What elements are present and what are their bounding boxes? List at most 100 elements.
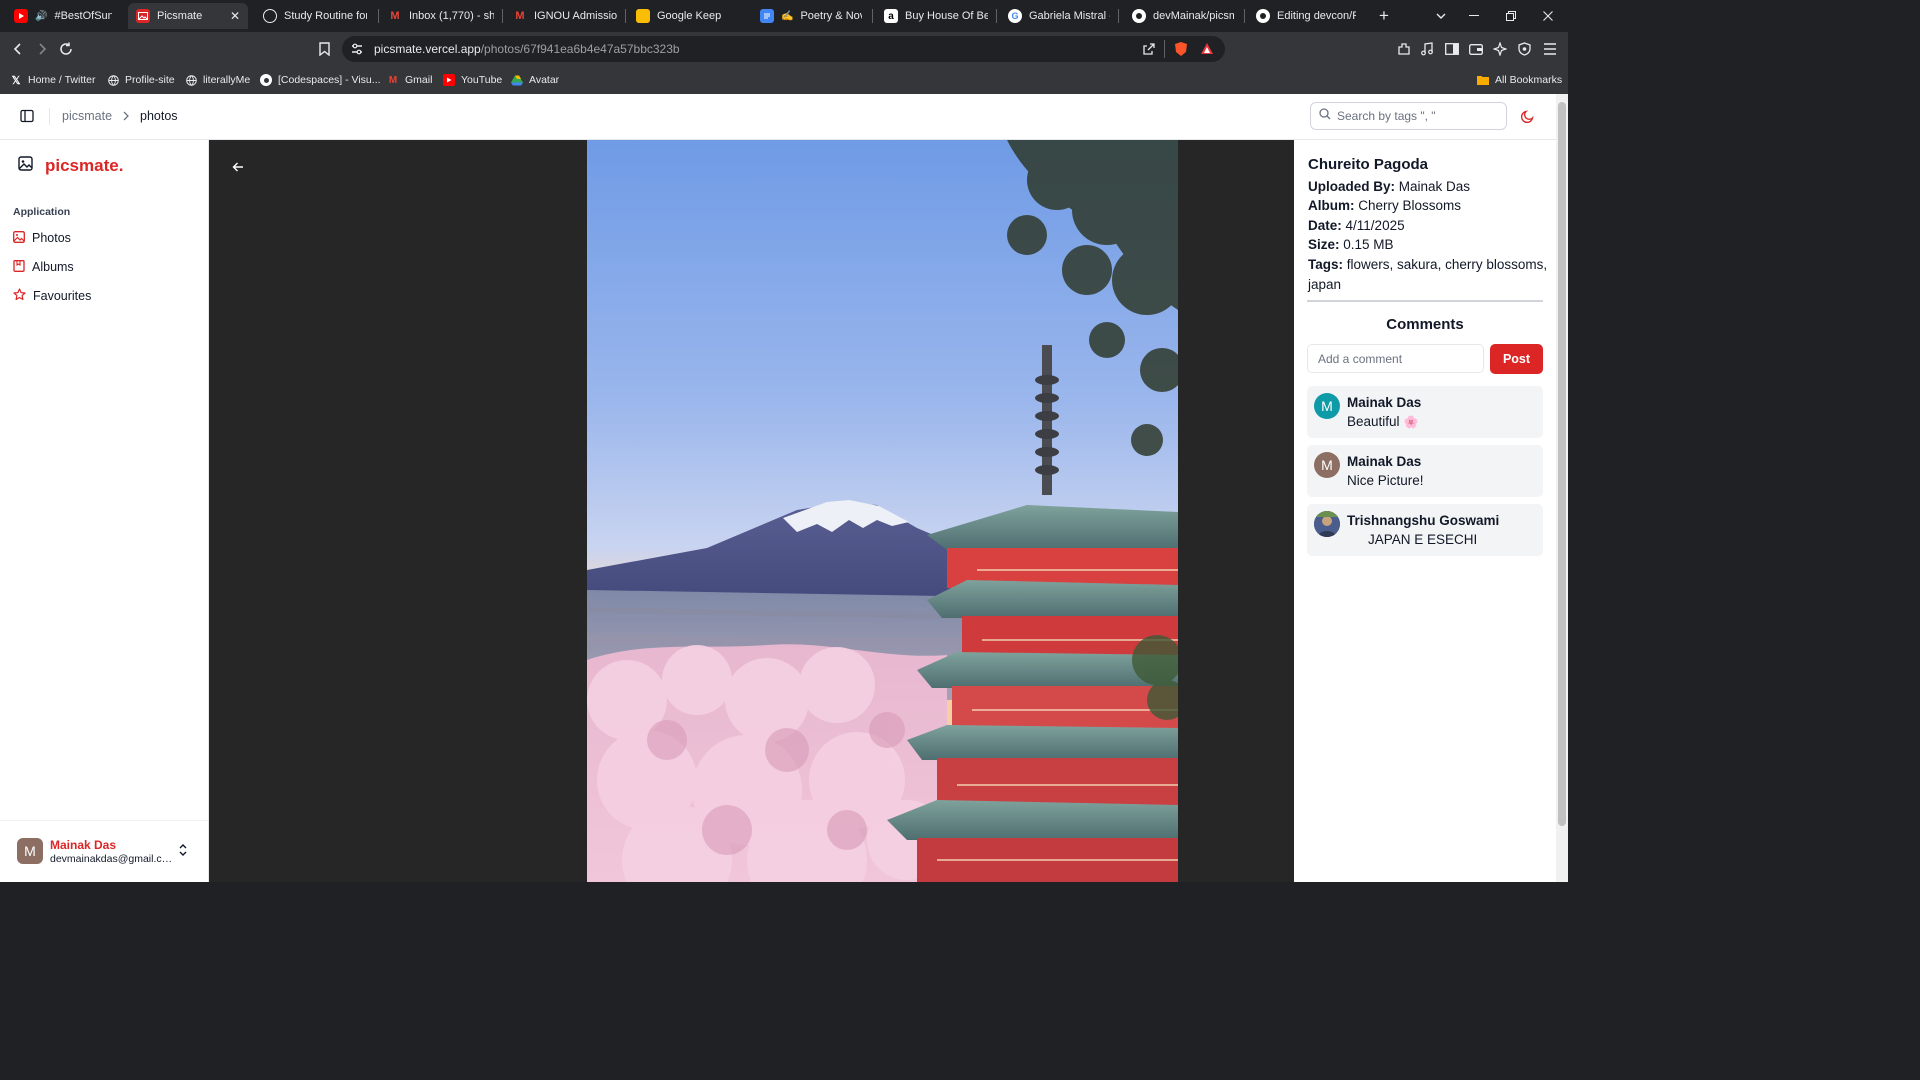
avatar: M xyxy=(17,838,43,864)
divider xyxy=(1307,300,1543,302)
scrollbar-thumb[interactable] xyxy=(1558,102,1566,826)
browser-tab[interactable]: M Inbox (1,770) - sha xyxy=(380,3,502,29)
new-tab-icon[interactable]: + xyxy=(1366,0,1402,32)
browser-tab[interactable]: G Gabriela Mistral - G xyxy=(1000,3,1118,29)
brand[interactable]: picsmate. xyxy=(18,156,123,176)
tab-title: #BestOfSunday xyxy=(54,10,112,22)
meta-size: Size: 0.15 MB xyxy=(1308,235,1548,255)
sidebar-item-favourites[interactable]: Favourites xyxy=(8,283,200,309)
github-icon xyxy=(1256,9,1270,23)
vpn-shield-icon[interactable] xyxy=(1514,39,1534,59)
user-name: Mainak Das xyxy=(50,838,117,852)
sidebar-item-albums[interactable]: Albums xyxy=(8,254,200,280)
image-icon xyxy=(13,230,25,246)
bookmark-item[interactable]: M Gmail xyxy=(387,71,433,89)
globe-icon xyxy=(185,74,197,86)
bookmark-label: Avatar xyxy=(529,74,560,86)
tab-title: Poetry & Novel xyxy=(800,10,862,22)
meta-label: Album: xyxy=(1308,198,1355,213)
browser-tab-active[interactable]: Picsmate ✕ xyxy=(128,3,248,29)
header-divider xyxy=(49,108,50,125)
forward-nav-icon[interactable] xyxy=(32,39,52,59)
back-arrow-icon[interactable] xyxy=(229,158,247,176)
user-menu[interactable]: M Mainak Das devmainakdas@gmail.com xyxy=(0,820,208,882)
browser-tab[interactable]: Study Routine for U xyxy=(255,3,375,29)
tab-title: devMainak/picsmat xyxy=(1153,10,1234,22)
search-input[interactable] xyxy=(1337,109,1497,123)
chevrons-up-down-icon xyxy=(178,843,188,862)
leo-ai-icon[interactable] xyxy=(1490,39,1510,59)
extensions-icon[interactable] xyxy=(1394,39,1414,59)
bookmark-item[interactable]: Profile-site xyxy=(107,71,175,89)
breadcrumb-photos: photos xyxy=(140,109,178,123)
url-path: /photos/67f941ea6b4e47a57bbc323b xyxy=(480,42,680,56)
restore-icon[interactable] xyxy=(1493,0,1529,32)
tab-title: Buy House Of Bern xyxy=(905,10,988,22)
tab-separator xyxy=(872,9,873,23)
chatgpt-icon xyxy=(263,9,277,23)
meta-album: Album: Cherry Blossoms xyxy=(1308,196,1548,216)
comment-input[interactable] xyxy=(1307,344,1484,373)
bookmark-item[interactable]: Avatar xyxy=(511,71,559,89)
post-comment-button[interactable]: Post xyxy=(1490,344,1543,374)
theme-toggle-moon-icon[interactable] xyxy=(1520,110,1534,128)
share-icon[interactable] xyxy=(1142,42,1156,61)
chevron-down-icon[interactable] xyxy=(1423,0,1459,32)
x-icon: 𝕏 xyxy=(11,74,21,87)
page-scrollbar[interactable] xyxy=(1556,94,1568,882)
user-email: devmainakdas@gmail.com xyxy=(50,853,175,865)
sidebar-item-photos[interactable]: Photos xyxy=(8,225,200,251)
tab-title: Editing devcon/REA xyxy=(1277,10,1356,22)
photo-title: Chureito Pagoda xyxy=(1308,156,1429,173)
reload-icon[interactable] xyxy=(56,39,76,59)
media-icon[interactable] xyxy=(1417,39,1437,59)
brand-name: picsmate. xyxy=(45,156,124,175)
url-divider xyxy=(1164,40,1165,58)
close-window-icon[interactable] xyxy=(1530,0,1566,32)
sidebar-toggle-button[interactable] xyxy=(20,109,34,128)
meta-label: Size: xyxy=(1308,237,1340,252)
gmail-icon: M xyxy=(390,10,400,22)
amazon-icon: a xyxy=(884,9,898,23)
bookmark-item[interactable]: 𝕏 Home / Twitter xyxy=(10,71,96,89)
breadcrumb-picsmate[interactable]: picsmate xyxy=(62,109,112,123)
cherry-blossom-emoji-icon: 🌸 xyxy=(1403,414,1419,429)
site-settings-icon[interactable] xyxy=(350,42,364,61)
meta-value: 4/11/2025 xyxy=(1345,218,1405,233)
brave-rewards-icon[interactable] xyxy=(1200,42,1214,60)
chevron-right-icon xyxy=(122,109,130,127)
browser-tab[interactable]: a Buy House Of Bern xyxy=(876,3,996,29)
comment-item: Trishnangshu Goswami JAPAN E ESECHI xyxy=(1307,504,1543,556)
bookmark-item[interactable]: YouTube xyxy=(443,71,502,89)
back-nav-icon[interactable] xyxy=(8,39,28,59)
photo-viewer xyxy=(209,140,1294,882)
bookmark-label: Gmail xyxy=(405,74,433,86)
app-header: picsmate photos xyxy=(0,94,1556,140)
sidebar-item-label: Favourites xyxy=(33,289,92,303)
wallet-icon[interactable] xyxy=(1466,39,1486,59)
meta-label: Date: xyxy=(1308,218,1342,233)
brave-shields-icon[interactable] xyxy=(1174,41,1188,62)
browser-tab[interactable]: devMainak/picsmat xyxy=(1124,3,1242,29)
browser-tabstrip: 🔊 #BestOfSunday Picsmate ✕ Study Routine… xyxy=(0,0,1568,32)
close-tab-icon[interactable]: ✕ xyxy=(230,9,240,23)
bookmark-icon[interactable] xyxy=(314,39,334,59)
browser-tab[interactable]: ✍ Poetry & Novel xyxy=(752,3,870,29)
meta-label: Tags: xyxy=(1308,257,1344,272)
keep-icon xyxy=(636,9,650,23)
address-bar[interactable]: picsmate.vercel.app/photos/67f941ea6b4e4… xyxy=(342,36,1225,62)
picsmate-favicon xyxy=(136,9,150,23)
bookmark-item[interactable]: literallyMe xyxy=(185,71,250,89)
bookmark-label: [Codespaces] - Visu... xyxy=(278,74,381,86)
app-page: picsmate photos picsmate. Application Ph… xyxy=(0,94,1556,882)
menu-icon[interactable] xyxy=(1540,39,1560,59)
browser-tab[interactable]: Editing devcon/REA xyxy=(1248,3,1364,29)
minimize-icon[interactable] xyxy=(1456,0,1492,32)
bookmark-label: literallyMe xyxy=(203,74,251,86)
bookmark-item[interactable]: [Codespaces] - Visu... xyxy=(260,71,381,89)
browser-tab[interactable]: Google Keep xyxy=(628,3,750,29)
browser-tab[interactable]: M IGNOU Admission xyxy=(505,3,625,29)
browser-tab[interactable]: 🔊 #BestOfSunday xyxy=(6,3,120,29)
sidebar-toggle-icon[interactable] xyxy=(1442,39,1462,59)
all-bookmarks[interactable]: All Bookmarks xyxy=(1477,71,1562,89)
